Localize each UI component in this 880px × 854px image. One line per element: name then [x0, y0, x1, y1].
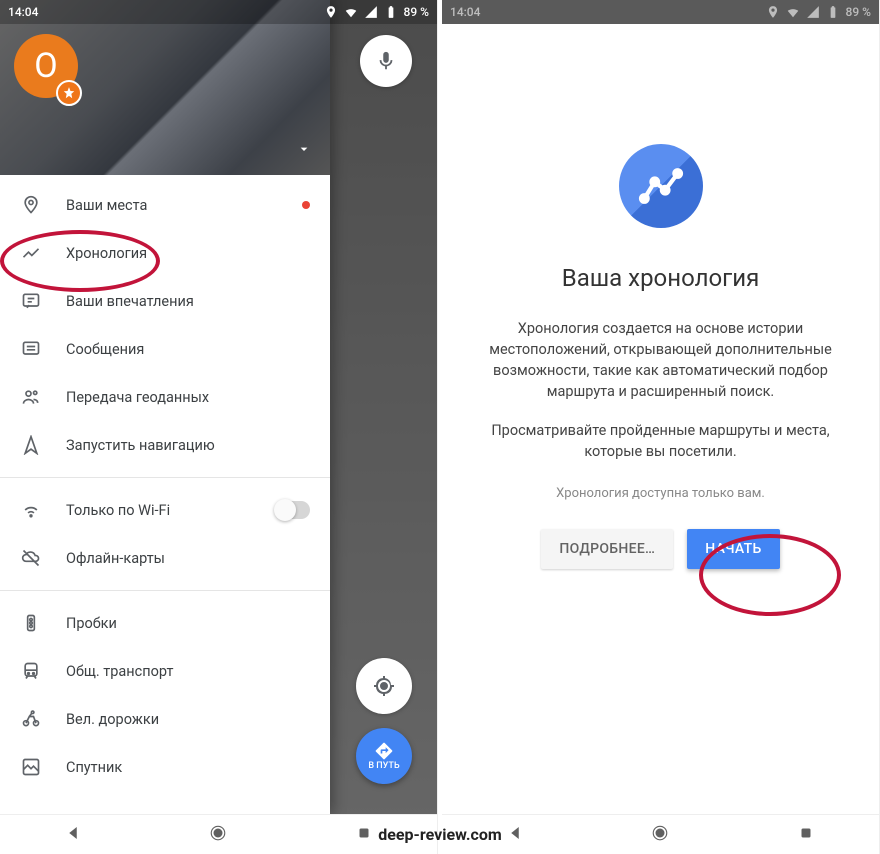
phone-left: 14:04 89 % В ПУТЬ O [0, 0, 438, 854]
divider [0, 477, 330, 478]
status-bar: 14:04 89 % [0, 0, 437, 24]
menu-messages[interactable]: Сообщения [0, 325, 330, 373]
status-battery: 89 % [846, 5, 871, 19]
directions-button[interactable]: В ПУТЬ [356, 728, 412, 784]
back-button[interactable] [64, 824, 82, 846]
watermark: deep-review.com [378, 825, 501, 844]
system-nav-bar [442, 814, 879, 854]
home-button[interactable] [209, 824, 227, 846]
avatar-initial: O [34, 46, 57, 86]
menu-wifi-only[interactable]: Только по Wi-Fi [0, 486, 330, 534]
menu-transit[interactable]: Общ. транспорт [0, 647, 330, 695]
learn-more-button[interactable]: ПОДРОБНЕЕ… [541, 529, 673, 569]
status-time: 14:04 [8, 5, 38, 19]
menu-label: Общ. транспорт [66, 663, 173, 680]
location-icon [324, 5, 338, 19]
back-button[interactable] [506, 824, 524, 846]
drawer-menu: Ваши места Хронология Ваши впечатления С… [0, 175, 330, 814]
bike-icon [20, 709, 42, 729]
notification-dot-icon [302, 201, 310, 209]
menu-timeline[interactable]: Хронология [0, 229, 330, 277]
train-icon [20, 661, 42, 681]
crosshair-icon [372, 674, 396, 698]
mic-icon [375, 50, 397, 72]
onboarding-buttons: ПОДРОБНЕЕ… НАЧАТЬ [541, 529, 779, 569]
signal-icon [364, 5, 378, 19]
wifi-only-toggle[interactable] [276, 501, 310, 519]
menu-label: Хронология [66, 245, 147, 262]
contributor-badge-icon [56, 80, 82, 106]
navigation-icon [20, 435, 42, 455]
menu-start-navigation[interactable]: Запустить навигацию [0, 421, 330, 469]
voice-search-button[interactable] [360, 35, 412, 87]
directions-icon [374, 741, 394, 761]
signal-icon [806, 5, 820, 19]
menu-label: Ваши места [66, 197, 147, 214]
onboarding-body-1: Хронология создается на основе истории м… [472, 318, 849, 402]
status-icons: 89 % [766, 5, 871, 19]
menu-label: Ваши впечатления [66, 293, 194, 310]
menu-traffic[interactable]: Пробки [0, 599, 330, 647]
wifi-icon [20, 500, 42, 520]
status-battery: 89 % [404, 5, 429, 19]
status-time: 14:04 [450, 5, 480, 19]
cloud-off-icon [20, 548, 42, 568]
timeline-icon [20, 243, 42, 263]
onboarding-title: Ваша хронология [562, 264, 760, 292]
menu-label: Спутник [66, 759, 122, 776]
status-icons: 89 % [324, 5, 429, 19]
review-icon [20, 291, 42, 311]
timeline-hero-icon [619, 144, 703, 228]
system-nav-bar [0, 814, 437, 854]
divider [0, 590, 330, 591]
menu-label: Пробки [66, 615, 117, 632]
my-location-button[interactable] [356, 658, 412, 714]
menu-label: Передача геоданных [66, 389, 209, 406]
start-button[interactable]: НАЧАТЬ [687, 529, 779, 569]
pin-icon [20, 195, 42, 215]
people-icon [20, 387, 42, 407]
phone-right: 14:04 89 % Ваша хронология Хронология со… [442, 0, 880, 854]
account-chevron-down-icon[interactable] [296, 141, 312, 161]
battery-icon [384, 5, 398, 19]
directions-label: В ПУТЬ [368, 761, 399, 771]
menu-contributions[interactable]: Ваши впечатления [0, 277, 330, 325]
satellite-icon [20, 757, 42, 777]
menu-label: Вел. дорожки [66, 711, 159, 728]
home-button[interactable] [651, 824, 669, 846]
traffic-icon [20, 613, 42, 633]
menu-satellite[interactable]: Спутник [0, 743, 330, 791]
menu-label: Сообщения [66, 341, 144, 358]
onboarding-footnote: Хронология доступна только вам. [556, 486, 765, 501]
wifi-icon [344, 5, 358, 19]
menu-bike[interactable]: Вел. дорожки [0, 695, 330, 743]
recents-button[interactable] [355, 824, 373, 846]
drawer-header[interactable]: O [0, 0, 330, 175]
battery-icon [826, 5, 840, 19]
timeline-onboarding: Ваша хронология Хронология создается на … [442, 24, 879, 814]
status-bar: 14:04 89 % [442, 0, 879, 24]
nav-drawer: O Ваши места Хронология [0, 0, 330, 814]
menu-your-places[interactable]: Ваши места [0, 181, 330, 229]
menu-label: Только по Wi-Fi [66, 502, 170, 519]
menu-offline-maps[interactable]: Офлайн-карты [0, 534, 330, 582]
menu-label: Офлайн-карты [66, 550, 165, 567]
recents-button[interactable] [797, 824, 815, 846]
wifi-icon [786, 5, 800, 19]
messages-icon [20, 339, 42, 359]
onboarding-body-2: Просматривайте пройденные маршруты и мес… [472, 420, 849, 462]
menu-location-sharing[interactable]: Передача геоданных [0, 373, 330, 421]
location-icon [766, 5, 780, 19]
menu-label: Запустить навигацию [66, 437, 215, 454]
